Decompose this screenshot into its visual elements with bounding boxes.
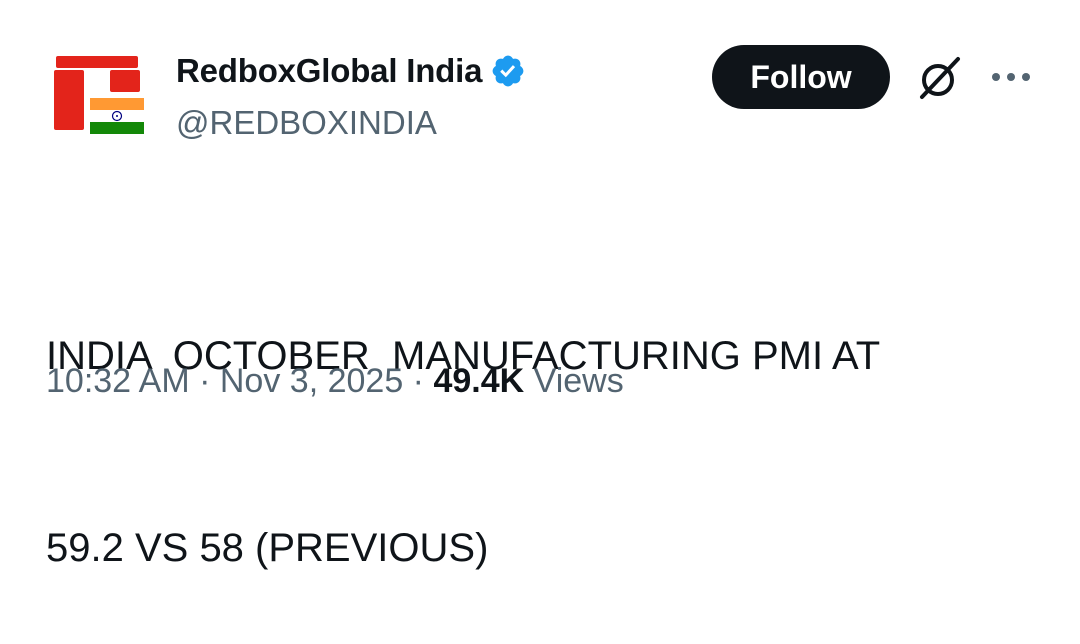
meta-separator: · [189,362,220,400]
redbox-logo-icon [54,56,144,134]
tweet-date[interactable]: Nov 3, 2025 [220,362,403,401]
meta-separator: · [403,362,434,400]
tweet-time[interactable]: 10:32 AM [46,362,190,401]
more-options-icon[interactable] [990,70,1032,84]
avatar[interactable] [52,54,146,138]
author-name-row[interactable]: RedboxGlobal India [176,50,526,92]
author-handle[interactable]: @REDBOXINDIA [176,104,437,142]
follow-button[interactable]: Follow [712,45,890,109]
tweet-text: INDIA OCTOBER MANUFACTURING PMI AT 59.2 … [46,196,1046,644]
grok-icon[interactable] [914,53,964,103]
views-label: Views [524,362,624,400]
tweet-meta: 10:32 AM · Nov 3, 2025 · 49.4K Views [46,362,624,401]
tweet-text-line-2: 59.2 VS 58 (PREVIOUS) [46,526,489,570]
views-count[interactable]: 49.4K [433,362,524,401]
verified-badge-icon[interactable] [490,53,526,89]
author-display-name[interactable]: RedboxGlobal India [176,52,482,90]
